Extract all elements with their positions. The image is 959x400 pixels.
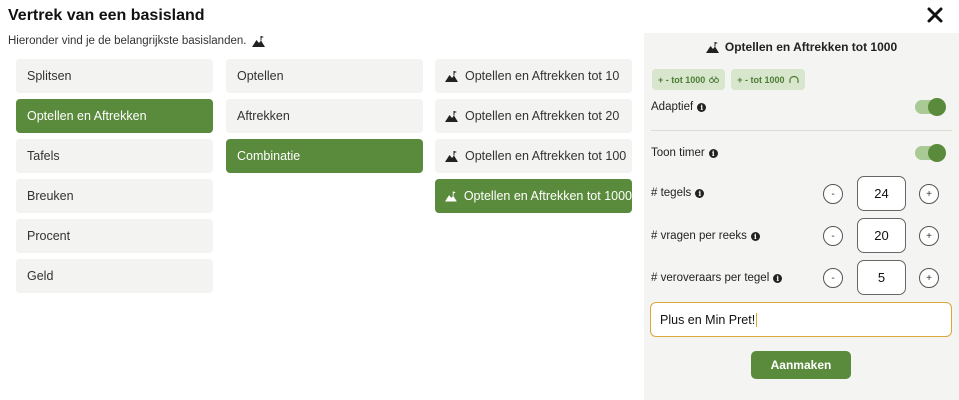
tag-badge: + - tot 1000 [731,69,805,90]
create-button[interactable]: Aanmaken [751,351,851,379]
timer-toggle[interactable] [915,144,946,162]
questions-label: # vragen per reeks [651,230,747,242]
subcategory-item[interactable]: Optellen [226,59,423,93]
questions-increment-button[interactable]: + [919,226,939,246]
category-item[interactable]: Breuken [16,179,213,213]
subcategory-item-selected[interactable]: Combinatie [226,139,423,173]
level-item[interactable]: Optellen en Aftrekken tot 100 [435,139,632,173]
adaptive-toggle[interactable] [915,98,946,116]
tag-label: + - tot 1000 [658,74,706,85]
tiles-input[interactable]: 24 [857,176,906,211]
level-list: Optellen en Aftrekken tot 10 Optellen en… [435,59,632,213]
questions-input[interactable]: 20 [857,218,906,253]
toggle-knob [928,98,946,116]
panel-title: Optellen en Aftrekken tot 1000 [644,40,959,54]
info-icon[interactable]: i [708,148,718,158]
close-icon[interactable] [924,4,946,26]
info-icon[interactable]: i [695,188,705,198]
tag-label: + - tot 1000 [737,74,785,85]
dialog-title: Vertrek van een basisland [8,7,205,24]
divider [651,130,952,131]
mountain-flag-icon [445,70,458,82]
panel-title-text: Optellen en Aftrekken tot 1000 [724,40,898,54]
category-item[interactable]: Procent [16,219,213,253]
binoculars-icon [709,76,720,83]
questions-row: # vragen per reeks i [651,230,760,242]
tiles-decrement-button[interactable]: - [823,184,843,204]
level-item-selected[interactable]: Optellen en Aftrekken tot 1000 [435,179,632,213]
arch-icon [788,76,799,83]
subcategory-list: Optellen Aftrekken Combinatie [226,59,423,173]
level-label: Optellen en Aftrekken tot 1000 [463,189,632,203]
name-value: Plus en Min Pret! [660,312,756,327]
adaptive-label: Adaptief [651,101,694,113]
subtitle-text: Hieronder vind je de belangrijkste basis… [8,35,247,47]
questions-decrement-button[interactable]: - [823,226,843,246]
level-label: Optellen en Aftrekken tot 100 [465,149,627,163]
category-list: Splitsen Optellen en Aftrekken Tafels Br… [16,59,213,293]
timer-row: Toon timer i [651,147,718,159]
conquerors-row: # veroveraars per tegel i [651,272,783,284]
name-field[interactable]: Plus en Min Pret! [650,302,952,337]
subcategory-item[interactable]: Aftrekken [226,99,423,133]
category-item[interactable]: Geld [16,259,213,293]
conquerors-increment-button[interactable]: + [919,268,939,288]
level-label: Optellen en Aftrekken tot 20 [465,109,620,123]
tag-list: + - tot 1000 + - tot 1000 [652,69,805,90]
category-item[interactable]: Splitsen [16,59,213,93]
level-item[interactable]: Optellen en Aftrekken tot 20 [435,99,632,133]
mountain-flag-icon [705,41,719,53]
settings-panel: Optellen en Aftrekken tot 1000 + - tot 1… [644,33,959,400]
toggle-knob [928,144,946,162]
conquerors-decrement-button[interactable]: - [823,268,843,288]
tiles-row: # tegels i [651,187,705,199]
level-item[interactable]: Optellen en Aftrekken tot 10 [435,59,632,93]
info-icon[interactable]: i [773,273,783,283]
mountain-flag-icon [252,35,266,47]
conquerors-label: # veroveraars per tegel [651,272,770,284]
dialog-subtitle: Hieronder vind je de belangrijkste basis… [8,35,266,47]
mountain-flag-icon [445,150,458,162]
tag-badge: + - tot 1000 [652,69,726,90]
info-icon[interactable]: i [750,231,760,241]
adaptive-row: Adaptief i [651,101,707,113]
info-icon[interactable]: i [697,102,707,112]
tiles-increment-button[interactable]: + [919,184,939,204]
category-item[interactable]: Tafels [16,139,213,173]
level-label: Optellen en Aftrekken tot 10 [465,69,620,83]
timer-label: Toon timer [651,147,705,159]
category-item-selected[interactable]: Optellen en Aftrekken [16,99,213,133]
tiles-label: # tegels [651,187,692,199]
text-caret [756,312,758,327]
mountain-flag-icon [445,190,457,202]
conquerors-input[interactable]: 5 [857,260,906,295]
mountain-flag-icon [445,110,458,122]
